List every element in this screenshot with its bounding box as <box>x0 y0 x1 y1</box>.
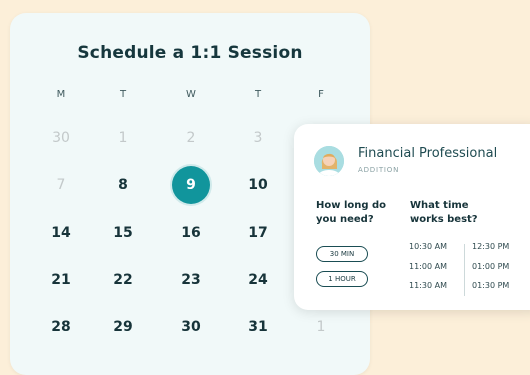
time-slot[interactable]: 10:30 AM <box>409 242 447 251</box>
calendar-day[interactable]: 31 <box>238 317 278 337</box>
time-slot[interactable]: 11:00 AM <box>409 262 447 271</box>
calendar-day[interactable]: 28 <box>41 317 81 337</box>
time-slot[interactable]: 11:30 AM <box>409 281 447 290</box>
weekday-tuesday: T <box>119 89 127 100</box>
calendar-day[interactable]: 24 <box>238 270 278 290</box>
calendar-day[interactable]: 21 <box>41 270 81 290</box>
calendar-day[interactable]: 10 <box>238 175 278 195</box>
time-slot[interactable]: 01:30 PM <box>472 281 509 290</box>
avatar <box>314 146 344 176</box>
duration-question: How long do you need? <box>316 199 386 227</box>
calendar-day[interactable]: 16 <box>171 223 211 243</box>
calendar-day[interactable]: 1 <box>301 317 341 337</box>
calendar-day[interactable]: 7 <box>41 175 81 195</box>
weekday-monday: M <box>56 89 66 100</box>
duration-1-hour-button[interactable]: 1 HOUR <box>316 271 368 287</box>
calendar-day[interactable]: 1 <box>103 128 143 148</box>
calendar-day[interactable]: 14 <box>41 223 81 243</box>
professional-card: Financial Professional ADDITION How long… <box>294 124 530 310</box>
time-question-line: What time <box>410 200 469 211</box>
time-question-line: works best? <box>410 214 478 225</box>
professional-name: Financial Professional <box>358 146 498 161</box>
calendar-day[interactable]: 15 <box>103 223 143 243</box>
time-column-divider <box>464 244 465 296</box>
weekday-friday: F <box>318 89 324 100</box>
calendar-day[interactable]: 30 <box>41 128 81 148</box>
calendar-day[interactable]: 3 <box>238 128 278 148</box>
avatar-portrait-icon <box>314 146 344 176</box>
calendar-day[interactable]: 8 <box>103 175 143 195</box>
calendar-day[interactable]: 2 <box>171 128 211 148</box>
professional-role: ADDITION <box>358 166 400 174</box>
duration-30-min-button[interactable]: 30 MIN <box>316 246 368 262</box>
time-question: What time works best? <box>410 199 478 227</box>
calendar-day-selected[interactable]: 9 <box>172 166 210 204</box>
duration-question-line: you need? <box>316 214 374 225</box>
duration-question-line: How long do <box>316 200 387 211</box>
weekday-wednesday: W <box>186 89 196 100</box>
calendar-title: Schedule a 1:1 Session <box>77 43 303 63</box>
weekday-thursday: T <box>254 89 262 100</box>
time-slot[interactable]: 12:30 PM <box>472 242 509 251</box>
calendar-day[interactable]: 17 <box>238 223 278 243</box>
calendar-day[interactable]: 30 <box>171 317 211 337</box>
calendar-day[interactable]: 23 <box>171 270 211 290</box>
calendar-day[interactable]: 22 <box>103 270 143 290</box>
time-slot[interactable]: 01:00 PM <box>472 262 509 271</box>
calendar-day[interactable]: 29 <box>103 317 143 337</box>
